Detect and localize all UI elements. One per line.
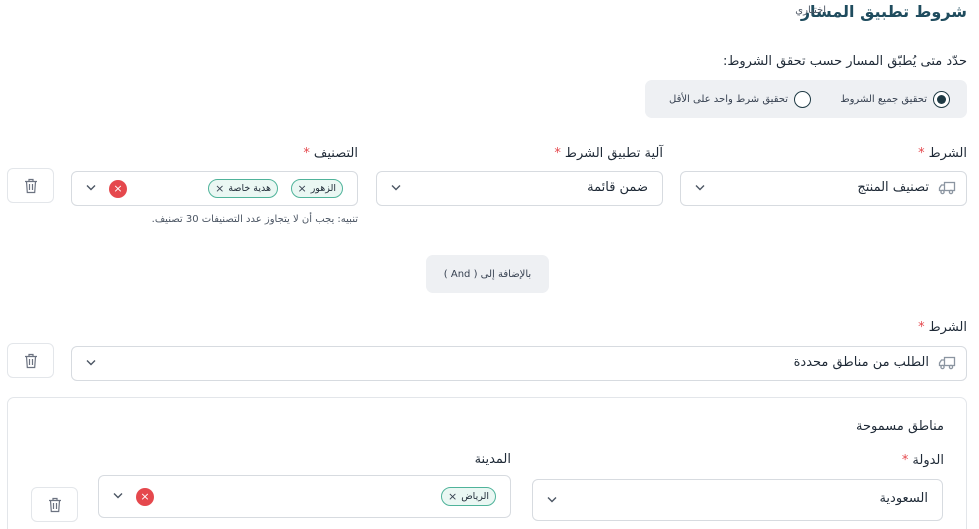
chevron-down-icon bbox=[113, 493, 123, 499]
chevron-down-icon bbox=[86, 185, 96, 191]
mechanism-select[interactable]: ضمن قائمة bbox=[376, 171, 663, 206]
tag-remove-icon[interactable]: × bbox=[215, 182, 224, 195]
truck-icon bbox=[938, 181, 956, 195]
chevron-down-icon bbox=[695, 185, 705, 191]
category-label: التصنيف* bbox=[303, 146, 358, 161]
radio-label: تحقيق شرط واحد على الأقل bbox=[669, 94, 788, 105]
radio-label: تحقيق جميع الشروط bbox=[840, 94, 927, 105]
radio-checked-icon bbox=[933, 91, 950, 108]
delete-condition-button[interactable] bbox=[7, 168, 54, 203]
radio-any-condition[interactable]: تحقيق شرط واحد على الأقل bbox=[669, 91, 811, 108]
delete-condition-button[interactable] bbox=[7, 343, 54, 378]
chevron-down-icon bbox=[547, 497, 557, 503]
match-question: حدّد متى يُطبّق المسار حسب تحقق الشروط: bbox=[723, 54, 967, 69]
country-value: السعودية bbox=[879, 491, 928, 506]
optional-label: اختياري bbox=[795, 5, 826, 16]
mechanism-value: ضمن قائمة bbox=[587, 180, 648, 195]
category-tag: هدية خاصة × bbox=[208, 179, 278, 198]
condition-value: الطلب من مناطق محددة bbox=[793, 355, 929, 370]
add-and-condition-button[interactable]: بالإضافة إلى ( And ) bbox=[426, 255, 549, 293]
clear-icon[interactable]: × bbox=[136, 488, 154, 506]
trash-icon bbox=[24, 178, 37, 193]
city-label: المدينة bbox=[474, 452, 511, 467]
condition-select[interactable]: تصنيف المنتج bbox=[680, 171, 967, 206]
category-multiselect[interactable]: الزهور × هدية خاصة × × bbox=[71, 171, 358, 206]
radio-all-conditions[interactable]: تحقيق جميع الشروط bbox=[840, 91, 950, 108]
trash-icon bbox=[24, 353, 37, 368]
condition-value: تصنيف المنتج bbox=[857, 180, 929, 195]
city-multiselect[interactable]: الرياض × × bbox=[98, 475, 511, 518]
tag-remove-icon[interactable]: × bbox=[298, 182, 307, 195]
country-select[interactable]: السعودية bbox=[532, 479, 943, 521]
city-tag: الرياض × bbox=[440, 487, 496, 506]
condition-select[interactable]: الطلب من مناطق محددة bbox=[71, 346, 967, 381]
mechanism-label: آلية تطبيق الشرط* bbox=[554, 146, 663, 161]
condition-label: الشرط* bbox=[918, 146, 967, 161]
category-limit-hint: تنبيه: يجب أن لا يتجاوز عدد التصنيفات 30… bbox=[151, 214, 358, 225]
category-tag: الزهور × bbox=[290, 179, 343, 198]
chevron-down-icon bbox=[86, 360, 96, 366]
condition-label: الشرط* bbox=[918, 320, 967, 335]
country-label: الدولة* bbox=[901, 453, 944, 468]
truck-icon bbox=[938, 356, 956, 370]
delete-city-button[interactable] bbox=[31, 487, 78, 522]
allowed-regions-title: مناطق مسموحة bbox=[856, 419, 944, 434]
trash-icon bbox=[48, 497, 61, 512]
radio-unchecked-icon bbox=[794, 91, 811, 108]
clear-icon[interactable]: × bbox=[109, 180, 127, 198]
chevron-down-icon bbox=[391, 185, 401, 191]
tag-remove-icon[interactable]: × bbox=[448, 490, 457, 503]
